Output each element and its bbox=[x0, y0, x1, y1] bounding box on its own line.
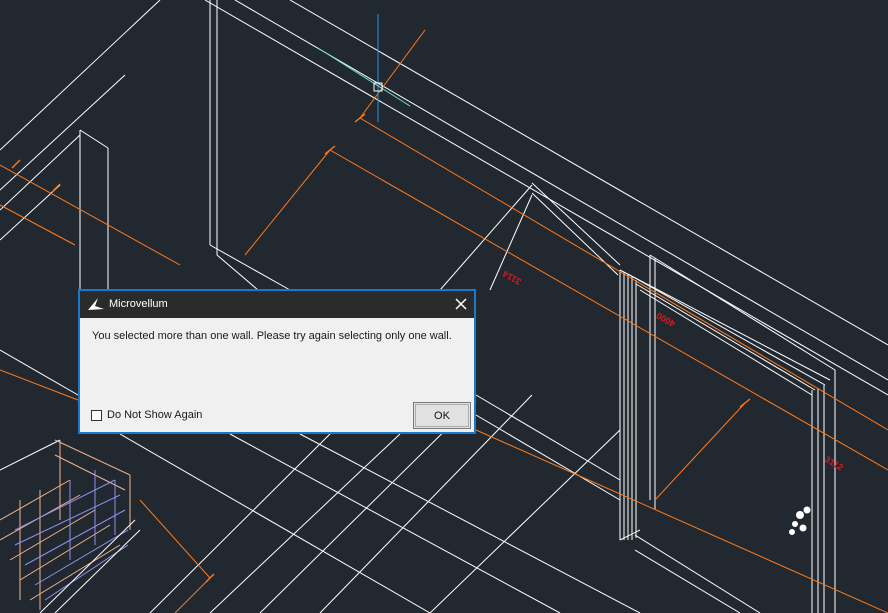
do-not-show-again-checkbox[interactable] bbox=[91, 410, 102, 421]
ok-button[interactable]: OK bbox=[413, 402, 471, 429]
hardware-marks bbox=[789, 506, 811, 535]
message-dialog: Microvellum You selected more than one w… bbox=[78, 289, 476, 434]
furniture-geometry bbox=[0, 439, 141, 613]
dialog-title: Microvellum bbox=[109, 298, 168, 310]
microvellum-logo-icon bbox=[88, 298, 104, 310]
crosshair-cursor bbox=[317, 14, 411, 122]
dimension-label: 4000 bbox=[655, 310, 677, 329]
dialog-titlebar[interactable]: Microvellum bbox=[80, 291, 474, 318]
checkbox-label[interactable]: Do Not Show Again bbox=[107, 409, 202, 421]
dialog-message: You selected more than one wall. Please … bbox=[92, 330, 452, 342]
dimension-label: 3112 bbox=[823, 454, 845, 472]
dimension-label: 3114 bbox=[501, 269, 523, 287]
close-icon[interactable] bbox=[452, 295, 470, 313]
